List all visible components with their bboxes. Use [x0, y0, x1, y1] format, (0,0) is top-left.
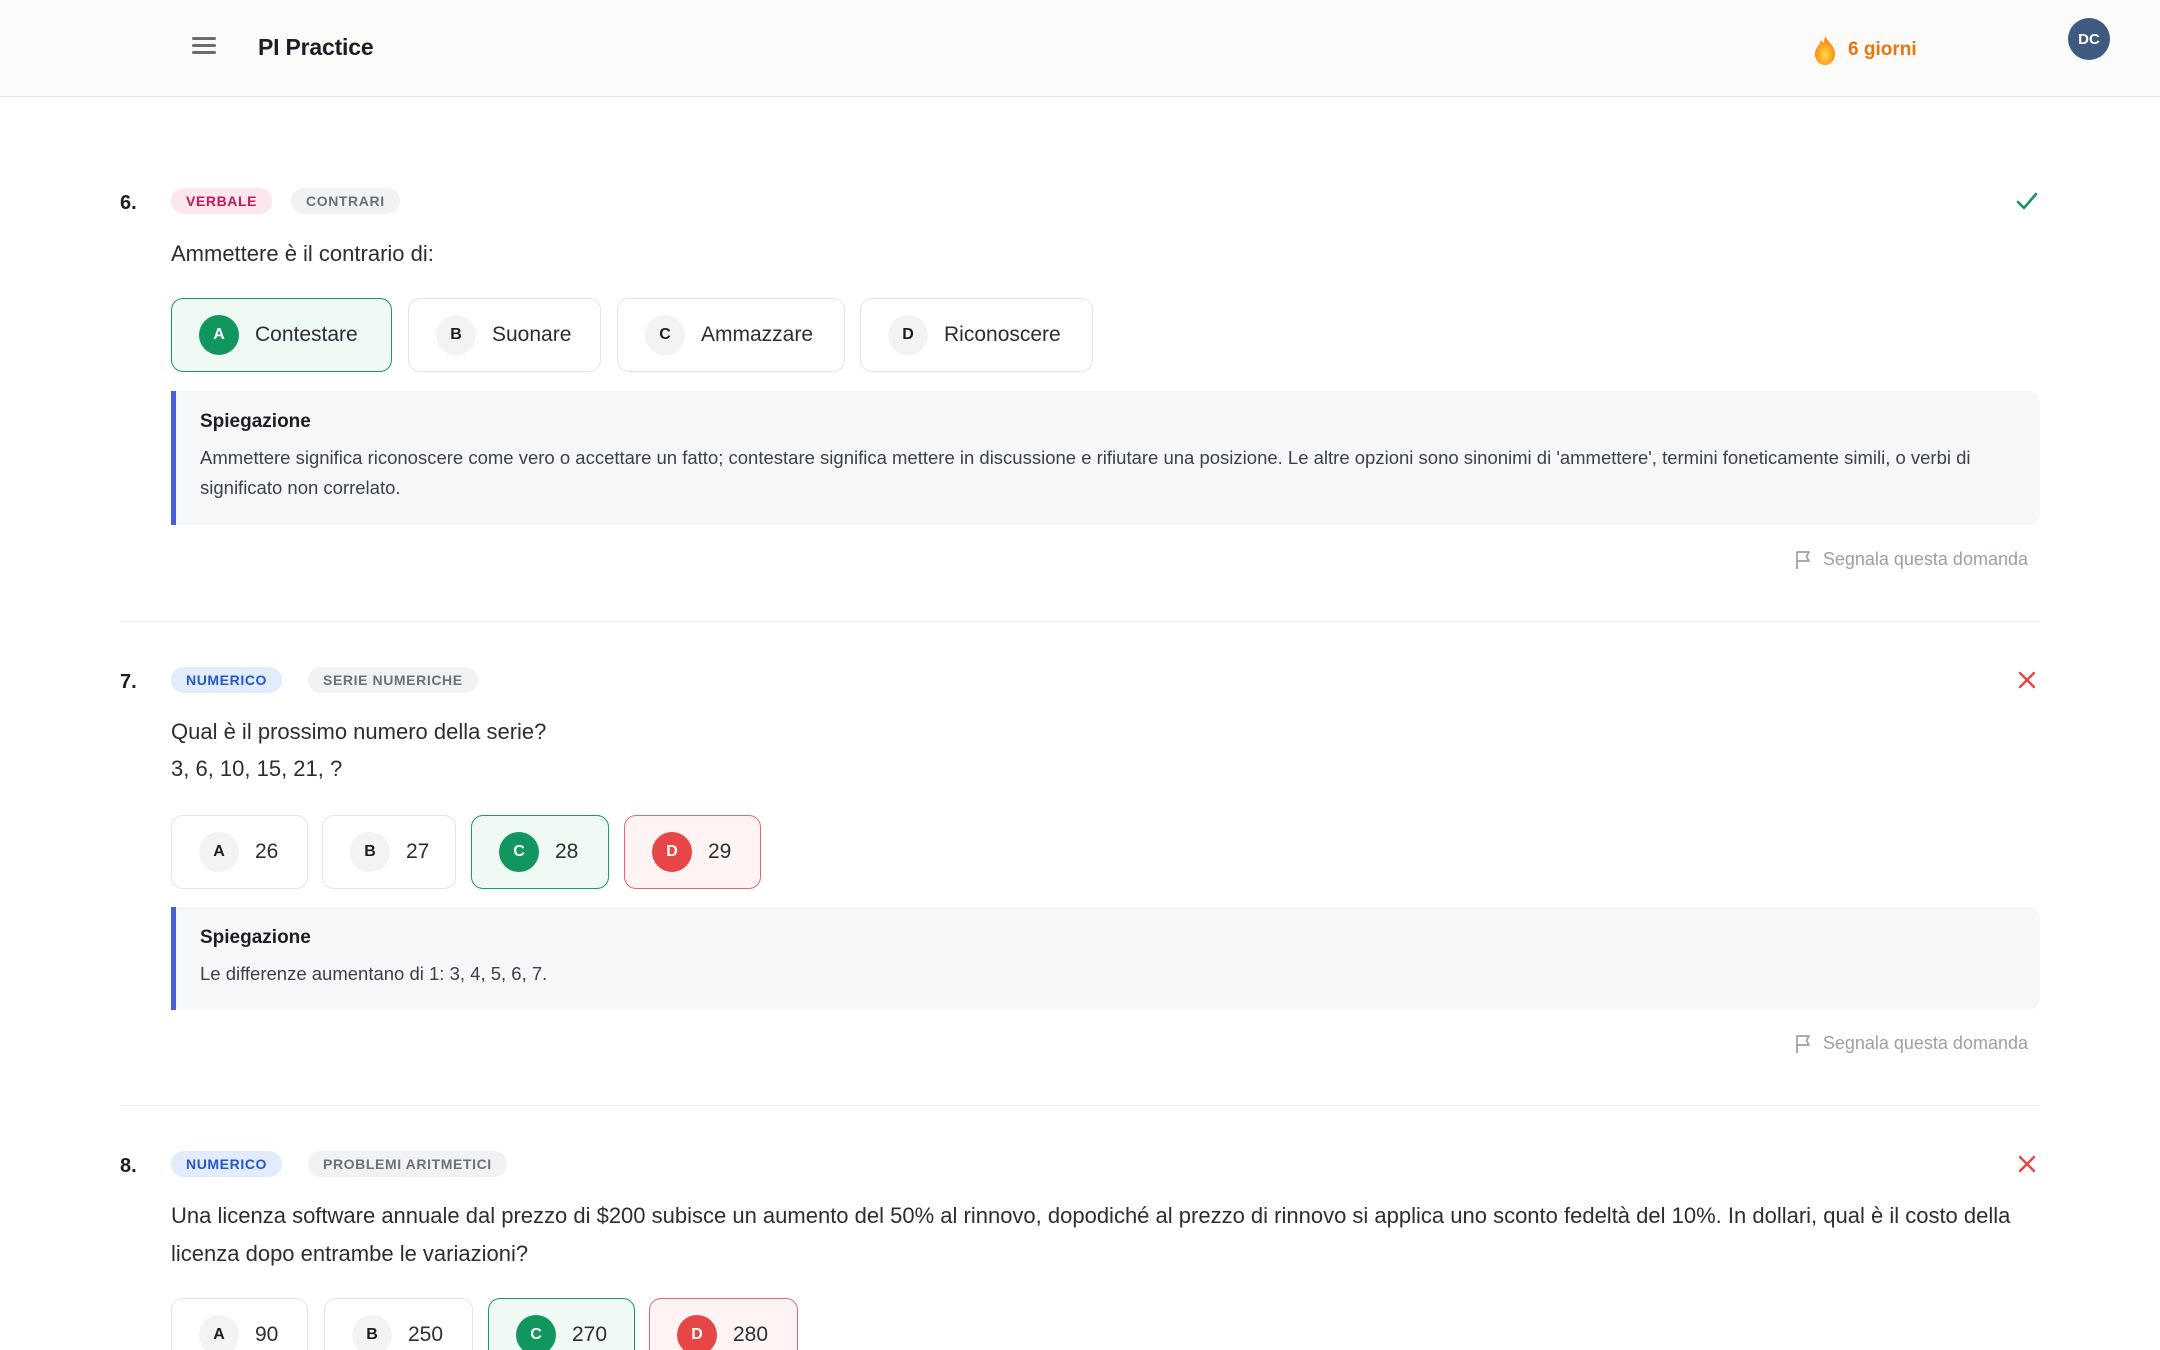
subcategory-badge: PROBLEMI ARITMETICI — [308, 1151, 507, 1177]
option-text: 27 — [406, 840, 430, 863]
flame-icon — [1815, 36, 1835, 65]
top-bar: PI Practice 6 giorni DC — [0, 0, 2160, 97]
option-text: Riconoscere — [944, 323, 1061, 346]
option-text: 26 — [255, 840, 279, 863]
option-a[interactable]: A 26 — [171, 815, 308, 889]
option-letter: C — [499, 832, 539, 872]
subcategory-badge: SERIE NUMERICHE — [308, 667, 478, 693]
option-letter: D — [888, 315, 928, 355]
option-letter: D — [677, 1315, 717, 1350]
option-d[interactable]: D 280 — [649, 1298, 798, 1350]
streak-indicator[interactable]: 6 giorni — [1812, 32, 1917, 68]
option-letter: C — [516, 1315, 556, 1350]
option-text: 280 — [733, 1323, 769, 1346]
option-b[interactable]: B 27 — [322, 815, 456, 889]
explanation-box: Spiegazione Le differenze aumentano di 1… — [171, 907, 2040, 1010]
option-text: Contestare — [255, 323, 358, 346]
option-letter: A — [199, 315, 239, 355]
series-text: 3, 6, 10, 15, 21, ? — [171, 756, 343, 781]
category-badge: NUMERICO — [171, 667, 283, 693]
category-badge: NUMERICO — [171, 1151, 283, 1177]
avatar[interactable]: DC — [2068, 18, 2110, 60]
option-text: 250 — [408, 1323, 444, 1346]
option-letter: A — [199, 1315, 239, 1350]
question-number: 6. — [120, 192, 137, 214]
option-text: Suonare — [492, 323, 572, 346]
question-text: Qual è il prossimo numero della serie? — [171, 719, 547, 744]
report-question-link[interactable]: Segnala questa domanda — [1795, 1033, 2028, 1054]
explanation-title: Spiegazione — [200, 411, 311, 432]
option-text: 29 — [708, 840, 732, 863]
report-label: Segnala questa domanda — [1822, 549, 2028, 569]
flag-icon — [1795, 550, 1810, 569]
streak-label: 6 giorni — [1848, 39, 1917, 60]
option-d[interactable]: D Riconoscere — [860, 298, 1093, 372]
explanation-text: Le differenze aumentano di 1: 3, 4, 5, 6… — [200, 963, 548, 984]
question-number: 7. — [120, 671, 137, 693]
option-text: 270 — [572, 1323, 608, 1346]
flag-icon — [1795, 1034, 1810, 1053]
option-letter: A — [199, 832, 239, 872]
option-text: 90 — [255, 1323, 279, 1346]
app-title: PI Practice — [258, 34, 374, 60]
option-d[interactable]: D 29 — [624, 815, 761, 889]
subcategory-badge: CONTRARI — [291, 188, 400, 214]
check-icon — [2016, 192, 2038, 210]
option-letter: D — [652, 832, 692, 872]
option-b[interactable]: B Suonare — [408, 298, 601, 372]
divider — [120, 1105, 2040, 1106]
question-number: 8. — [120, 1155, 137, 1177]
option-a[interactable]: A 90 — [171, 1298, 308, 1350]
option-letter: B — [352, 1315, 392, 1350]
question-text: Una licenza software annuale dal prezzo … — [171, 1203, 2011, 1266]
option-c[interactable]: C 28 — [471, 815, 609, 889]
divider — [120, 621, 2040, 622]
explanation-title: Spiegazione — [200, 927, 311, 948]
option-text: 28 — [555, 840, 579, 863]
explanation-text: Ammettere significa riconoscere come ver… — [200, 447, 1971, 498]
question-text: Ammettere è il contrario di: — [171, 241, 434, 266]
option-letter: B — [436, 315, 476, 355]
hamburger-icon[interactable] — [192, 34, 222, 60]
x-icon — [2018, 671, 2036, 689]
explanation-box: Spiegazione Ammettere significa riconosc… — [171, 391, 2040, 525]
option-b[interactable]: B 250 — [324, 1298, 473, 1350]
option-letter: B — [350, 832, 390, 872]
report-label: Segnala questa domanda — [1822, 1033, 2028, 1053]
option-c[interactable]: C 270 — [488, 1298, 635, 1350]
report-question-link[interactable]: Segnala questa domanda — [1795, 549, 2028, 570]
category-badge: VERBALE — [171, 188, 273, 214]
option-text: Ammazzare — [701, 323, 814, 346]
option-letter: C — [645, 315, 685, 355]
x-icon — [2018, 1155, 2036, 1173]
option-c[interactable]: C Ammazzare — [617, 298, 845, 372]
option-a[interactable]: A Contestare — [171, 298, 392, 372]
